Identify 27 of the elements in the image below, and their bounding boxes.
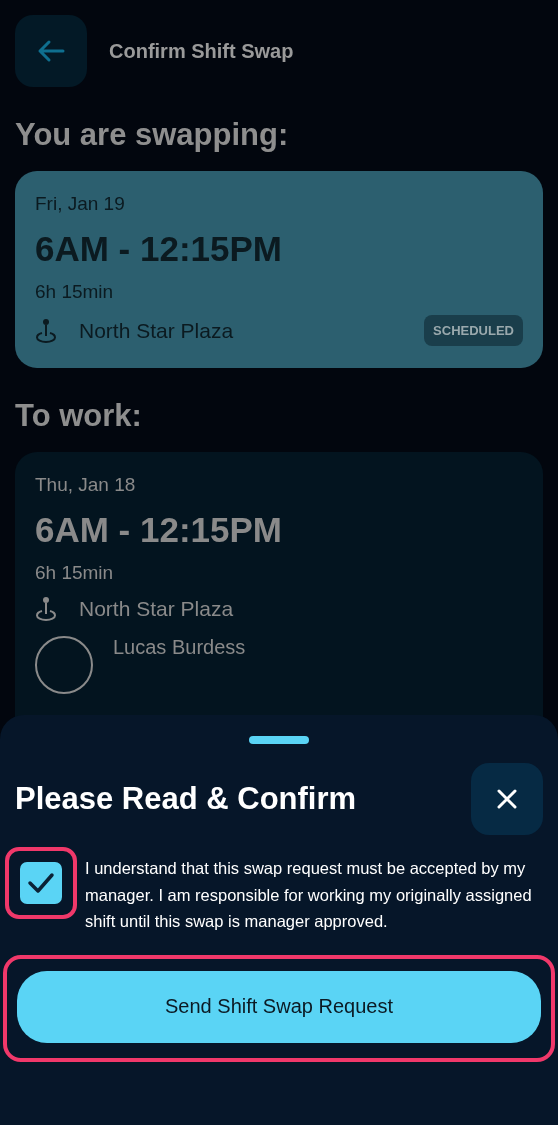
shift-card[interactable]: Fri, Jan 19 6AM - 12:15PM 6h 15min North Star Plaza SCHEDULED — [15, 171, 543, 368]
section-heading: To work: — [15, 398, 143, 434]
shift-time: 6AM - 12:15PM — [35, 229, 284, 269]
back-arrow-icon — [37, 39, 65, 63]
agreement-text: I understand that this swap request must be accepted by my manager. I am responsible for working my originally assigned shift until this swap is manager approved. — [85, 858, 533, 932]
check-icon — [27, 872, 55, 894]
close-icon — [496, 788, 518, 810]
shift-date: Fri, Jan 19 — [35, 193, 126, 215]
coworker-name: Lucas Burdess — [113, 636, 246, 659]
location-pin-icon — [35, 317, 57, 344]
drag-handle[interactable] — [249, 736, 309, 744]
shift-duration: 6h 15min — [35, 562, 115, 584]
shift-time: 6AM - 12:15PM — [35, 510, 284, 550]
shift-duration: 6h 15min — [35, 281, 115, 303]
send-request-button[interactable]: Send Shift Swap Request — [17, 970, 541, 1043]
status-badge: SCHEDULED — [424, 315, 523, 346]
page-title: Confirm Shift Swap — [109, 39, 294, 63]
location-name: North Star Plaza — [79, 597, 235, 621]
shift-date: Thu, Jan 18 — [35, 474, 137, 496]
close-button[interactable] — [471, 763, 543, 835]
location-name: North Star Plaza — [79, 318, 235, 343]
location-pin-icon — [35, 596, 57, 622]
checkbox[interactable] — [20, 862, 62, 904]
section-heading: You are swapping: — [15, 117, 290, 153]
sheet-title: Please Read & Confirm — [15, 781, 357, 817]
avatar-circle — [35, 636, 93, 694]
back-button[interactable] — [15, 15, 87, 87]
